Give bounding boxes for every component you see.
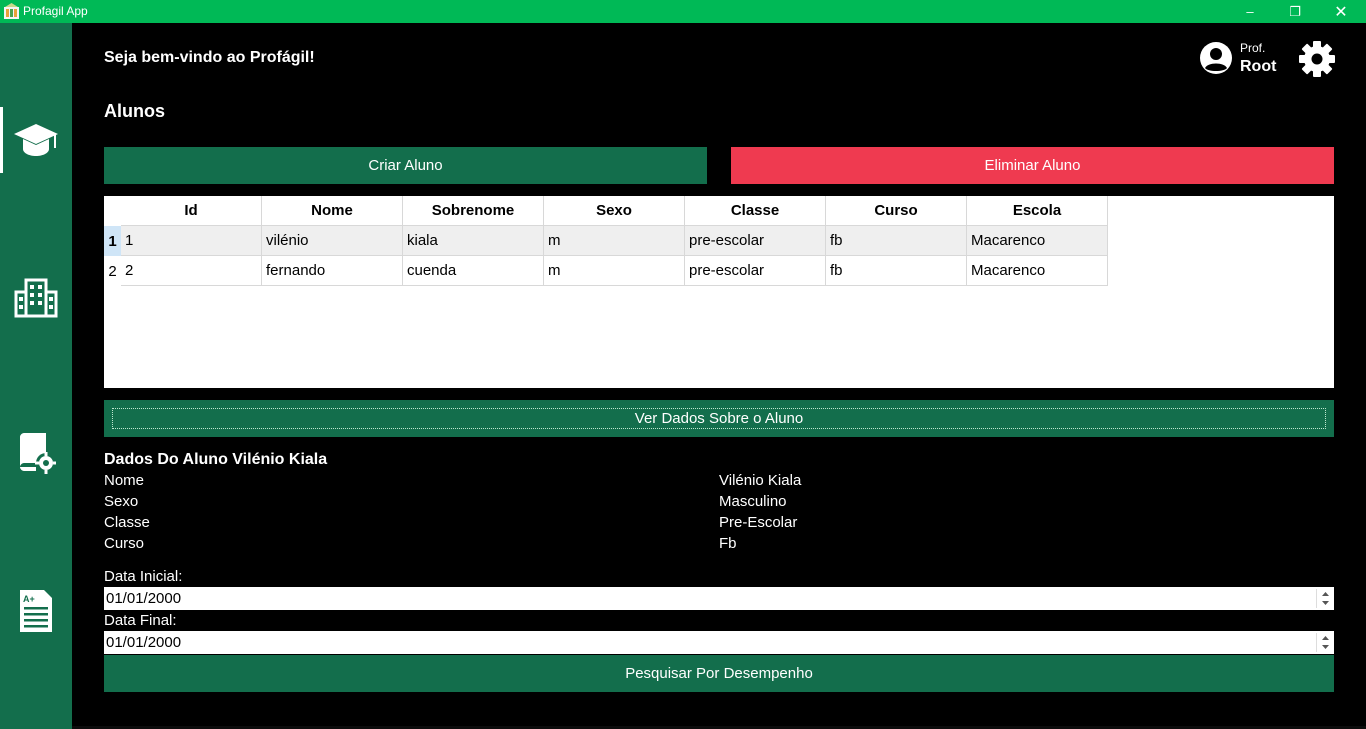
svg-text:A+: A+	[23, 594, 35, 604]
column-header-id[interactable]: Id	[121, 196, 262, 226]
search-performance-button[interactable]: Pesquisar Por Desempenho	[104, 655, 1334, 692]
chevron-up-icon[interactable]	[1317, 633, 1333, 642]
detail-value-classe: Pre-Escolar	[719, 514, 798, 531]
column-header-sexo[interactable]: Sexo	[544, 196, 685, 226]
table-corner[interactable]	[104, 196, 121, 226]
create-student-label: Criar Aluno	[368, 157, 443, 174]
minimize-button[interactable]: –	[1227, 0, 1273, 23]
chevron-down-icon[interactable]	[1317, 598, 1333, 607]
user-name: Root	[1240, 58, 1277, 75]
delete-student-label: Eliminar Aluno	[984, 157, 1081, 174]
maximize-button[interactable]: ❐	[1272, 0, 1318, 23]
detail-label-sexo: Sexo	[104, 493, 139, 510]
graduation-cap-icon	[14, 124, 58, 156]
cell-nome[interactable]: fernando	[262, 256, 403, 286]
cell-escola[interactable]: Macarenco	[967, 256, 1108, 286]
chevron-up-icon[interactable]	[1317, 589, 1333, 598]
start-date-field[interactable]: 01/01/2000	[104, 587, 1334, 610]
row-number[interactable]: 2	[104, 256, 121, 286]
user-title: Prof.	[1240, 41, 1266, 55]
sidebar-item-escolas[interactable]	[0, 265, 72, 331]
user-avatar-icon	[1200, 42, 1232, 74]
chevron-down-icon[interactable]	[1317, 642, 1333, 651]
sidebar: A+	[0, 23, 72, 729]
column-header-nome[interactable]: Nome	[262, 196, 403, 226]
app-logo-icon	[4, 3, 19, 19]
cell-sexo[interactable]: m	[544, 226, 685, 256]
cell-sobrenome[interactable]: cuenda	[403, 256, 544, 286]
start-date-value: 01/01/2000	[106, 590, 182, 607]
column-header-escola[interactable]: Escola	[967, 196, 1108, 226]
welcome-message: Seja bem-vindo ao Profágil!	[104, 49, 315, 66]
detail-label-nome: Nome	[104, 472, 145, 489]
minimize-icon: –	[1246, 4, 1254, 19]
title-bar: Profagil App – ❐ ✕	[0, 0, 1366, 23]
end-date-label: Data Final:	[104, 612, 177, 629]
close-button[interactable]: ✕	[1318, 0, 1364, 23]
cell-escola[interactable]: Macarenco	[967, 226, 1108, 256]
view-student-button[interactable]: Ver Dados Sobre o Aluno	[104, 400, 1334, 437]
detail-label-curso: Curso	[104, 535, 145, 552]
column-header-classe[interactable]: Classe	[685, 196, 826, 226]
cell-id[interactable]: 1	[121, 226, 262, 256]
maximize-icon: ❐	[1289, 3, 1301, 19]
end-date-field[interactable]: 01/01/2000	[104, 631, 1334, 654]
sidebar-item-notas[interactable]: A+	[0, 578, 72, 644]
search-performance-label: Pesquisar Por Desempenho	[625, 665, 813, 682]
detail-label-classe: Classe	[104, 514, 150, 531]
sidebar-item-cursos[interactable]	[0, 421, 72, 487]
delete-student-button[interactable]: Eliminar Aluno	[731, 147, 1334, 184]
detail-value-curso: Fb	[719, 535, 737, 552]
end-date-value: 01/01/2000	[106, 634, 182, 651]
page-title: Alunos	[104, 101, 165, 121]
row-number[interactable]: 1	[104, 226, 121, 256]
students-table[interactable]: Id Nome Sobrenome Sexo Classe Curso Esco…	[104, 196, 1334, 388]
cell-sobrenome[interactable]: kiala	[403, 226, 544, 256]
cell-classe[interactable]: pre-escolar	[685, 226, 826, 256]
report-card-icon: A+	[20, 590, 52, 632]
cell-classe[interactable]: pre-escolar	[685, 256, 826, 286]
book-settings-icon	[20, 433, 56, 474]
column-header-curso[interactable]: Curso	[826, 196, 967, 226]
window-title: Profagil App	[23, 4, 88, 18]
building-icon	[14, 278, 58, 318]
cell-curso[interactable]: fb	[826, 256, 967, 286]
close-icon: ✕	[1334, 3, 1348, 21]
column-header-sobrenome[interactable]: Sobrenome	[403, 196, 544, 226]
create-student-button[interactable]: Criar Aluno	[104, 147, 707, 184]
cell-sexo[interactable]: m	[544, 256, 685, 286]
cell-nome[interactable]: vilénio	[262, 226, 403, 256]
gear-icon[interactable]	[1298, 40, 1336, 78]
cell-id[interactable]: 2	[121, 256, 262, 286]
sidebar-item-alunos[interactable]	[0, 107, 72, 173]
detail-value-sexo: Masculino	[719, 493, 787, 510]
view-student-label: Ver Dados Sobre o Aluno	[112, 408, 1326, 429]
student-details-title: Dados Do Aluno Vilénio Kiala	[104, 451, 328, 468]
user-profile[interactable]: Prof. Root	[1199, 40, 1289, 78]
start-date-spinner[interactable]	[1316, 589, 1332, 608]
detail-value-nome: Vilénio Kiala	[719, 472, 802, 489]
end-date-spinner[interactable]	[1316, 633, 1332, 652]
cell-curso[interactable]: fb	[826, 226, 967, 256]
start-date-label: Data Inicial:	[104, 568, 183, 585]
